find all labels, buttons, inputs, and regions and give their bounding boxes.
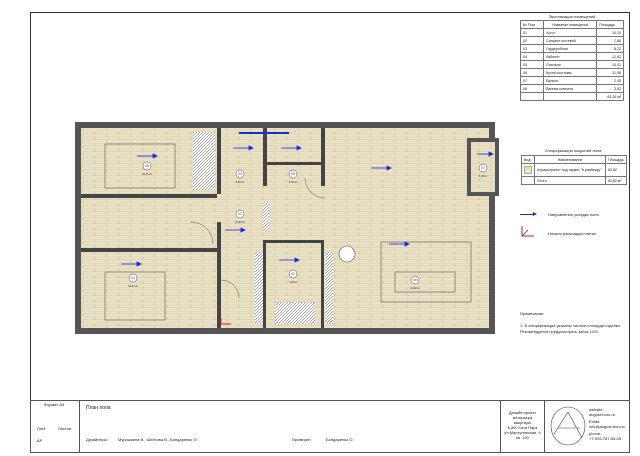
table-cell: 3,52 [596,84,624,93]
room-number: 04 [131,276,135,280]
room-number: 06 [413,278,417,282]
table-cell: 7,86 [596,36,624,45]
designers-label: Дизайнеры: [86,437,108,442]
start-corner-icon [521,226,534,237]
checked-label: Проверил: [292,437,312,442]
direction-arrow-icon [520,212,537,216]
room-number: 07 [481,166,485,170]
room-area: 3,52 м² [289,180,298,184]
rooms-table: № Пом. Название помещения Площадь 01 Холл… [519,20,624,101]
website-link[interactable]: august-buro.ru [589,412,615,417]
room-number: 05 [145,164,149,168]
table-cell: 2,45 [596,76,624,85]
table-cell: Керамогранит под паркет "в разбежку" [534,163,606,177]
table-cell: 06 [519,68,545,77]
table-cell: 10,20 [596,28,624,37]
table-cell: 01 [519,28,545,37]
notes-line-2: Рекомендуется предусмотреть запас 10%. [520,329,599,334]
header-cell: Площадь [604,155,628,164]
email-link[interactable]: info@august-buro.ru [589,424,626,429]
table-cell: Спальня [543,60,598,69]
room-number: 03 [238,172,242,176]
room-area: 15,41 м² [142,172,152,176]
table-row: 01 Холл 10,20 [519,28,624,37]
table-row: 07 Балкон 2,45 [519,76,624,85]
room-number: 08 [291,172,295,176]
room-number: 01 [238,212,242,216]
header-cell: Наименование [534,155,606,164]
table-total-row: 83,26 м² [519,92,624,101]
room-area: 7,86 м² [289,280,298,284]
sheet-label: Лист [37,426,46,431]
table-row: 08 Ванная комната 3,52 [519,84,624,93]
table-cell: Холл [543,28,598,37]
table-cell: 15,41 [596,60,624,69]
table-header-row: Вид Наименование Площадь [520,155,628,164]
floor-table-title: Спецификация покрытий пола [544,148,602,153]
table-cell: 05 [519,60,545,69]
table-cell: Кабинет [543,52,598,61]
floor-swatch-cell [520,163,536,177]
table-cell: 08 [519,84,545,93]
table-cell: 83,82 [604,163,628,177]
room-area: 10,20 м² [235,220,245,224]
table-row: 04 Кабинет 12,62 [519,52,624,61]
checked-name: Бондаренко О. [326,437,354,442]
format-label: Формат А3 [44,402,65,407]
table-row: 06 Кухня-гостиная 31,98 [519,68,624,77]
table-row: Керамогранит под паркет "в разбежку" 83,… [520,163,628,177]
notes-line-1: 1. В спецификации указаны чистые площади… [520,323,621,328]
sheets-label: Листов [58,426,71,431]
header-cell: № Пом. [519,20,545,29]
table-cell: 07 [519,76,545,85]
notes-title: Примечание: [520,311,545,316]
table-cell: 12,62 [596,52,624,61]
header-cell: Площадь [596,20,624,29]
table-row: 02 Санузел гостевой 7,86 [519,36,624,45]
phone-number: +7-926-787-55-05 [589,436,622,441]
table-row: 03 Гардеробная 5,22 [519,44,624,53]
table-cell: Кухня-гостиная [543,68,598,77]
total-value: 83,82 м² [604,176,628,185]
table-total-row: Итого 83,82 м² [520,176,628,185]
room-area: 2,45 м² [479,174,488,178]
project-description: Дизайн-проект интерьера квартиры в ЖК Сити … [500,410,545,440]
room-area: 31,98 м² [410,286,420,290]
table-cell: Ванная комната [543,84,598,93]
table-cell: 5,22 [596,44,624,53]
room-area: 12,62 м² [128,284,138,288]
table-cell: 02 [519,36,545,45]
table-cell: Гардеробная [543,44,598,53]
designers-names: Мурашкина В., Шатлова В., Бондаренко О. [118,437,198,442]
rooms-table-title: Экспликация помещений [548,14,596,19]
header-cell: Название помещения [543,20,598,29]
legend-arrow-label: Направление укладки пола [548,212,599,217]
floor-swatch [524,165,532,174]
total-value: 83,26 м² [596,92,624,101]
table-header-row: № Пом. Название помещения Площадь [519,20,624,29]
floor-plan: 05 15,41 м² 03 5,22 м² 08 3,52 м² 01 10,20 м² 04… [75,122,499,334]
table-cell: Санузел гостевой [543,36,598,45]
room-area: 5,22 м² [236,180,245,184]
sheet-code: АР [37,438,43,443]
legend-start-label: Начало раскладки плитки [548,231,596,236]
table-row: 05 Спальня 15,41 [519,60,624,69]
room-number: 02 [291,272,295,276]
sheet-title: План пола [86,405,111,411]
table-cell: 31,98 [596,68,624,77]
table-cell: Балкон [543,76,598,85]
table-cell: 03 [519,44,545,53]
floor-table: Вид Наименование Площадь Керамогранит по… [520,155,628,185]
project-line: кв. 190 [516,435,529,440]
studio-logo-icon [550,406,586,446]
header-cell: Вид [520,155,536,164]
total-label: Итого [534,176,606,185]
table-cell: 04 [519,52,545,61]
